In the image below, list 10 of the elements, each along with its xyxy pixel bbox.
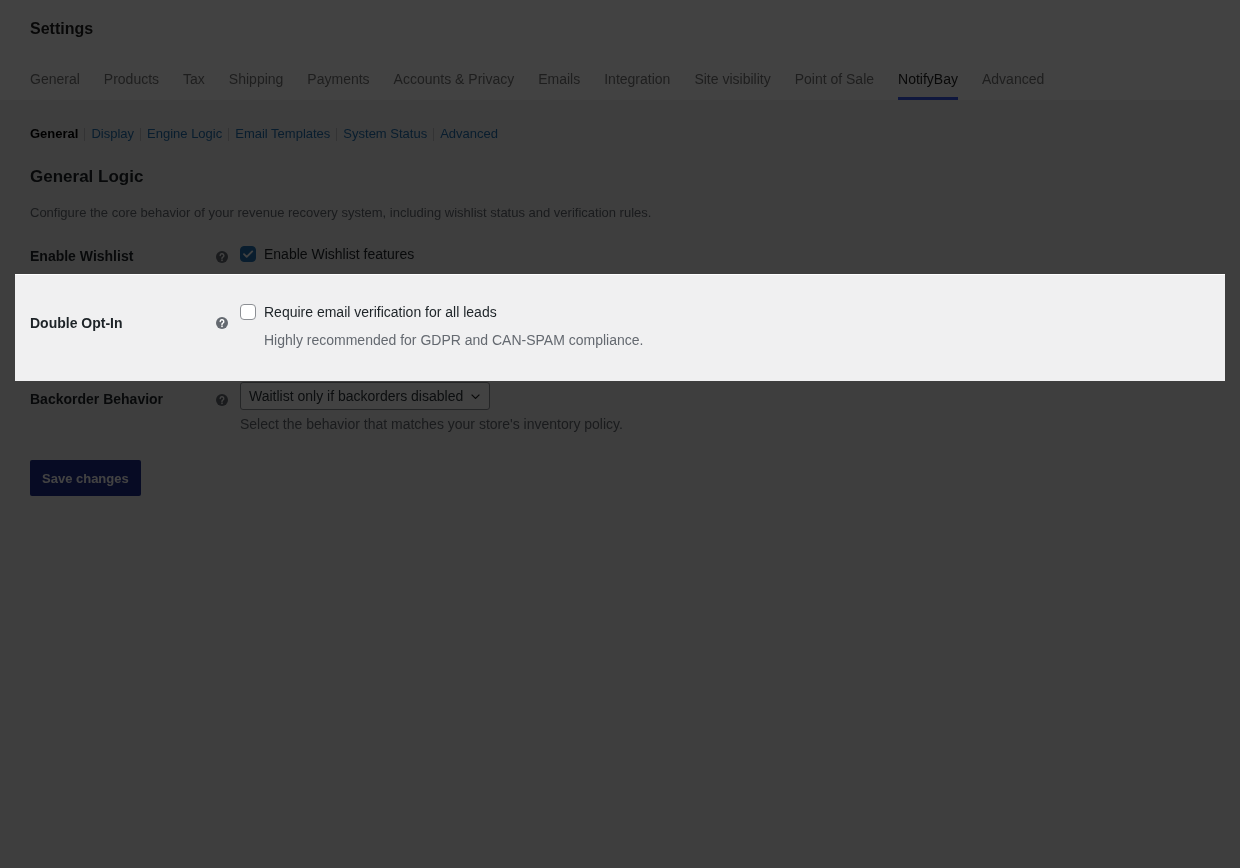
page-title: Settings xyxy=(30,20,95,38)
field-description: Highly recommended for GDPR and CAN-SPAM compliance. xyxy=(263,331,644,350)
checkbox-label[interactable]: Require email verification for all leads xyxy=(264,304,497,320)
subnav-link[interactable]: General xyxy=(30,126,79,142)
checkbox[interactable] xyxy=(240,304,256,320)
checkbox[interactable] xyxy=(240,246,256,262)
field-label: Double Opt-In xyxy=(30,314,124,333)
tab[interactable]: NotifyBay xyxy=(898,61,958,100)
chevron-down-icon xyxy=(471,393,481,399)
help-icon[interactable] xyxy=(216,317,228,329)
